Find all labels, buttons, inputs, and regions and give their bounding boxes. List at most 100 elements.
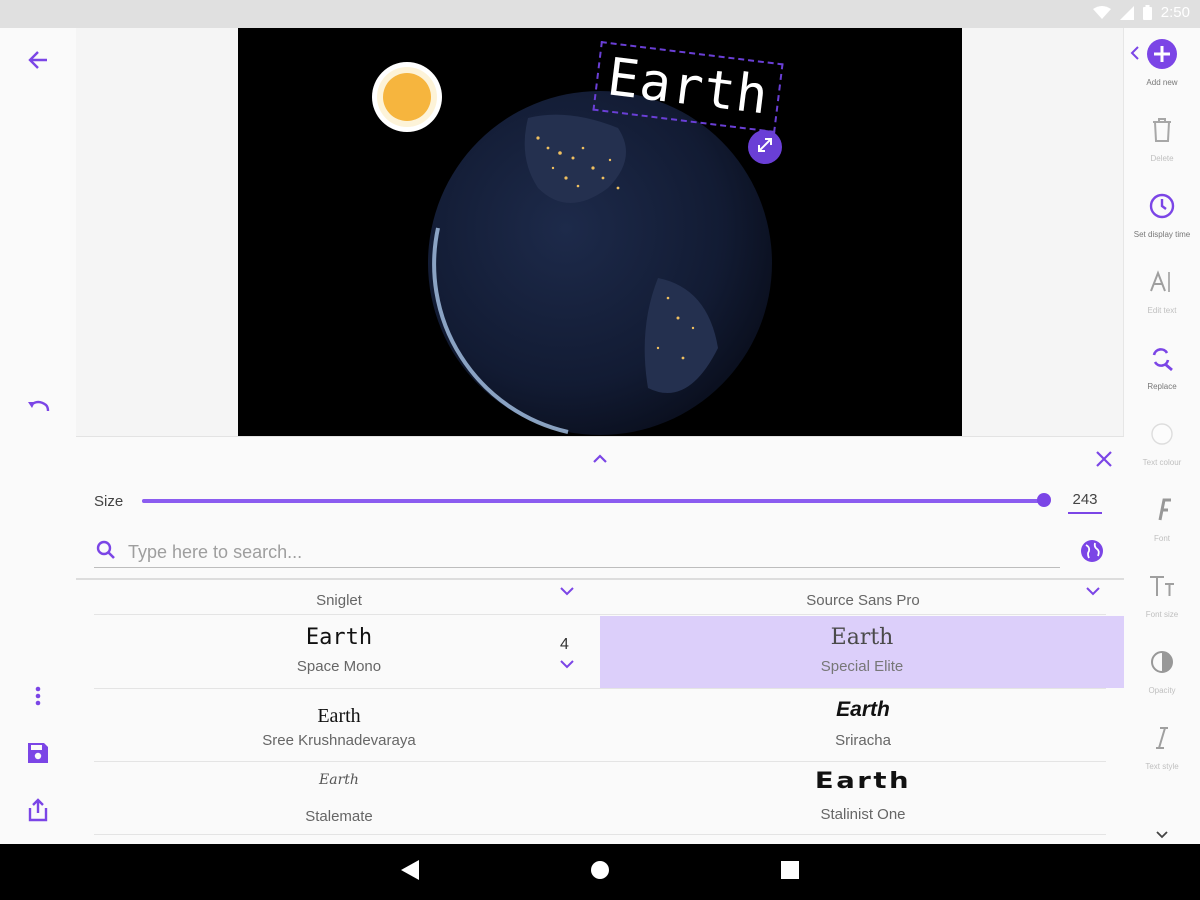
status-time: 2:50 — [1160, 4, 1190, 21]
font-item-stalinist-one[interactable]: Earth Stalinist One — [602, 768, 1124, 823]
size-slider-thumb[interactable] — [1037, 493, 1052, 507]
chevron-down-icon[interactable] — [560, 656, 574, 674]
add-new-label: Add new — [1146, 78, 1178, 87]
edit-text-tool[interactable]: Edit text — [1124, 262, 1200, 332]
font-item-stalemate[interactable]: Earth Stalemate — [94, 766, 584, 825]
set-display-time-label: Set display time — [1133, 230, 1191, 239]
canvas-area: Earth — [76, 28, 1124, 436]
font-item-label: Sniglet — [316, 592, 362, 609]
share-button[interactable] — [18, 792, 58, 832]
size-value[interactable]: 243 — [1068, 491, 1102, 514]
home-nav-button[interactable] — [586, 858, 614, 886]
font-tool[interactable]: Font — [1124, 490, 1200, 560]
font-item-source-sans-pro[interactable]: Source Sans Pro — [602, 586, 1124, 609]
close-icon[interactable] — [1095, 450, 1113, 473]
add-new-tool[interactable]: Add new — [1124, 34, 1200, 104]
font-item-sniglet[interactable]: Sniglet — [94, 586, 584, 609]
font-item-preview: Earth — [305, 625, 373, 650]
back-button[interactable] — [18, 42, 58, 82]
italic-icon — [1142, 718, 1182, 758]
opacity-label: Opacity — [1148, 686, 1176, 695]
opacity-tool[interactable]: Opacity — [1124, 642, 1200, 712]
chevron-down-icon[interactable] — [560, 583, 574, 601]
resize-handle[interactable] — [748, 130, 782, 164]
battery-icon — [1142, 5, 1152, 20]
replace-tool[interactable]: Replace — [1124, 338, 1200, 408]
font-size-icon — [1142, 566, 1182, 606]
text-cursor-icon — [1142, 262, 1182, 302]
font-panel: Size 243 Sniglet Source Sans Pro Earth — [76, 436, 1124, 845]
font-search-input[interactable] — [126, 539, 1050, 565]
font-item-label: Source Sans Pro — [806, 592, 920, 609]
font-item-preview: Earth — [317, 705, 361, 727]
chevron-up-icon[interactable] — [592, 451, 608, 469]
font-icon — [1142, 490, 1182, 530]
right-toolbar: Add new Delete Set display time Edit tex… — [1123, 28, 1200, 844]
size-label: Size — [94, 493, 124, 510]
font-item-sriracha[interactable]: Earth Sriracha — [602, 696, 1124, 749]
text-colour-label: Text colour — [1142, 458, 1182, 467]
edit-text-label: Edit text — [1147, 306, 1177, 315]
chevron-down-icon[interactable] — [1086, 583, 1100, 601]
status-bar: 2:50 — [0, 0, 1200, 28]
size-slider[interactable] — [142, 493, 1052, 507]
undo-icon — [26, 397, 50, 420]
row-divider — [94, 834, 1106, 835]
replace-search-icon — [1142, 338, 1182, 378]
wifi-icon — [1092, 5, 1111, 20]
font-item-preview: Earth — [836, 698, 890, 721]
save-icon — [27, 742, 49, 769]
globe-icon[interactable] — [1080, 539, 1104, 568]
square-recents-icon — [781, 860, 799, 884]
signal-icon — [1119, 5, 1134, 20]
status-icons: 2:50 — [1092, 4, 1190, 21]
text-style-label: Text style — [1145, 762, 1179, 771]
recents-nav-button[interactable] — [776, 858, 804, 886]
opacity-icon — [1142, 642, 1182, 682]
font-size-tool[interactable]: Font size — [1124, 566, 1200, 636]
font-search — [94, 535, 1060, 568]
replace-label: Replace — [1147, 382, 1177, 391]
chevron-down-icon[interactable] — [1156, 826, 1168, 844]
font-item-preview: Earth — [814, 769, 912, 794]
font-item-label: Space Mono — [296, 658, 382, 675]
triangle-back-icon — [401, 859, 419, 885]
trash-icon — [1142, 110, 1182, 150]
sun-sticker[interactable] — [370, 60, 444, 139]
delete-label: Delete — [1150, 154, 1174, 163]
save-button[interactable] — [18, 735, 58, 775]
more-vert-icon — [35, 686, 41, 711]
clock-icon — [1142, 186, 1182, 226]
home-circle-icon — [590, 860, 610, 885]
resize-icon — [755, 135, 775, 160]
font-item-label: Sree Krushnadevaraya — [262, 732, 416, 749]
row-divider — [94, 614, 1106, 615]
text-style-tool[interactable]: Text style — [1124, 718, 1200, 788]
font-item-label: Stalinist One — [820, 806, 906, 823]
search-icon — [96, 540, 116, 565]
size-slider-fill — [142, 499, 1045, 503]
font-item-sree-krushnadevaraya[interactable]: Earth Sree Krushnadevaraya — [94, 702, 584, 749]
font-item-preview: Earth — [830, 625, 894, 650]
more-options-button[interactable] — [18, 678, 58, 718]
font-item-label: Stalemate — [305, 808, 373, 825]
font-item-label: Sriracha — [835, 732, 891, 749]
font-item-preview: Earth — [319, 772, 359, 788]
left-toolbar — [0, 28, 77, 844]
font-item-space-mono[interactable]: Earth Space Mono — [94, 624, 584, 675]
share-icon — [27, 797, 49, 827]
video-canvas[interactable]: Earth — [238, 28, 962, 436]
font-list: Sniglet Source Sans Pro Earth Space Mono… — [76, 578, 1124, 847]
font-item-special-elite-selected[interactable]: Earth Special Elite — [600, 616, 1124, 688]
text-colour-tool[interactable]: Text colour — [1124, 414, 1200, 484]
font-variant-count: 4 — [560, 636, 569, 653]
row-divider — [94, 688, 1106, 689]
set-display-time-tool[interactable]: Set display time — [1124, 186, 1200, 256]
back-nav-button[interactable] — [396, 858, 424, 886]
add-circle-icon — [1142, 34, 1182, 74]
row-divider — [94, 761, 1106, 762]
undo-button[interactable] — [18, 388, 58, 428]
delete-tool[interactable]: Delete — [1124, 110, 1200, 180]
font-item-special-elite: Earth Special Elite — [600, 624, 1124, 675]
color-circle-icon — [1142, 414, 1182, 454]
